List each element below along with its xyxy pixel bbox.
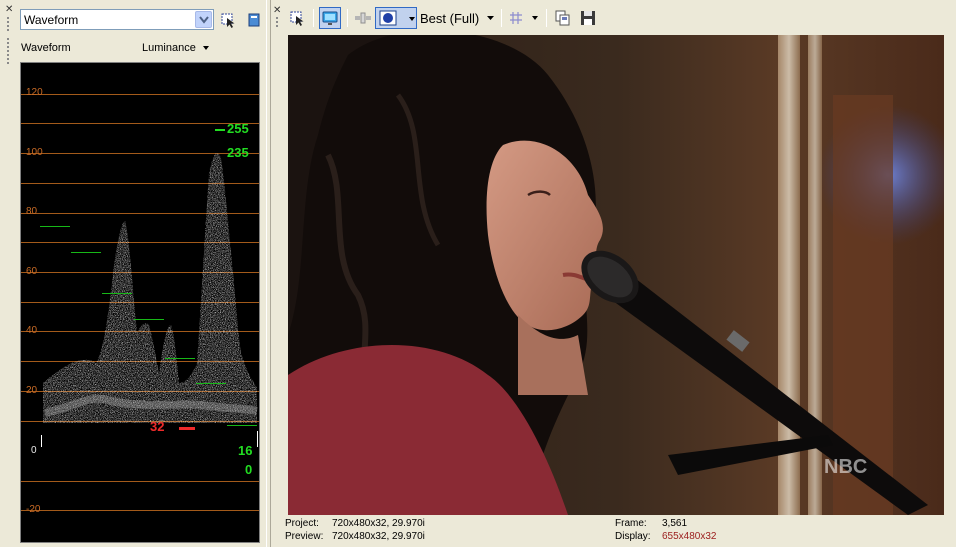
chevron-down-icon[interactable] (203, 46, 209, 50)
preview-quality-dropdown[interactable]: Best (Full) (420, 11, 479, 26)
frame-label: Frame: (615, 518, 647, 529)
grid-icon (510, 12, 522, 24)
scope-mode-dropdown[interactable]: Luminance (142, 42, 196, 54)
chevron-down-icon[interactable] (195, 11, 212, 28)
external-monitor-button[interactable] (319, 7, 341, 29)
dock-grip-icon[interactable] (6, 17, 10, 33)
scope-header: Waveform Luminance (20, 40, 264, 54)
chevron-down-icon[interactable] (487, 16, 494, 20)
chevron-down-icon[interactable] (409, 17, 415, 21)
scope-settings-button[interactable] (246, 10, 260, 30)
external-monitor-icon (322, 11, 338, 25)
waveform-trace (41, 153, 258, 447)
cursor-marker (179, 427, 195, 430)
preview-label: Preview: (285, 531, 324, 542)
level-tick (196, 383, 226, 384)
level-tick (102, 293, 132, 294)
settings-icon (248, 13, 260, 27)
dock-grip-icon[interactable] (6, 38, 10, 66)
preview-toolbar: Best (Full) (271, 5, 956, 31)
broadcast-black-label: 16 (238, 443, 253, 458)
save-snapshot-button[interactable] (578, 8, 598, 28)
display-value: 655x480x32 (662, 531, 717, 542)
white-level-label: 255 (227, 121, 249, 136)
broadcast-white-label: 235 (227, 145, 249, 160)
split-screen-icon (355, 12, 371, 24)
overlays-button[interactable] (375, 7, 417, 29)
preview-value: 720x480x32, 29.970i (332, 531, 425, 542)
level-tick (40, 226, 70, 227)
level-tick (227, 425, 257, 426)
save-snapshot-icon (581, 11, 595, 25)
video-frame-image: NBC (288, 35, 944, 515)
close-icon[interactable]: ✕ (5, 5, 13, 15)
preview-properties-button[interactable] (288, 8, 308, 28)
frame-value: 3,561 (662, 518, 688, 529)
video-preview-panel: ✕ Best (Full) NBC Project: 720x480x32, 2… (271, 0, 956, 547)
update-scope-button[interactable] (219, 10, 239, 30)
grid-button[interactable] (506, 8, 526, 28)
selection-tool-icon (221, 13, 235, 28)
level-tick (71, 252, 101, 253)
toolbar-separator (313, 9, 314, 27)
scope-type-select[interactable]: Waveform (20, 9, 214, 30)
display-label: Display: (615, 531, 651, 542)
waveform-scope: 120 100 80 60 40 20 0 -20 255 235 32 16 … (20, 62, 260, 543)
scope-type-value: Waveform (24, 13, 79, 27)
video-preview-frame[interactable]: NBC (288, 35, 944, 515)
toolbar-separator (546, 9, 547, 27)
cursor-value-label: 32 (150, 419, 165, 434)
toolbar-separator (347, 9, 348, 27)
toolbar-separator (501, 9, 502, 27)
chevron-down-icon[interactable] (532, 16, 538, 20)
scope-title: Waveform (21, 42, 71, 54)
split-screen-button[interactable] (352, 8, 372, 28)
overlays-icon (379, 10, 397, 26)
level-tick (165, 358, 195, 359)
level-tick (134, 319, 164, 320)
copy-snapshot-icon (555, 10, 570, 26)
black-level-label: 0 (245, 462, 253, 477)
video-scopes-panel: ✕ Waveform Waveform Luminance 120 100 80… (0, 0, 266, 547)
project-value: 720x480x32, 29.970i (332, 518, 425, 529)
selection-tool-icon (290, 11, 304, 26)
project-label: Project: (285, 518, 319, 529)
preview-status-bar: Project: 720x480x32, 29.970i Preview: 72… (285, 518, 955, 546)
copy-snapshot-button[interactable] (553, 8, 573, 28)
vegas-window: ✕ Waveform Waveform Luminance 120 100 80… (0, 0, 956, 547)
network-watermark: NBC (824, 456, 867, 478)
white-level-marker (215, 129, 225, 131)
